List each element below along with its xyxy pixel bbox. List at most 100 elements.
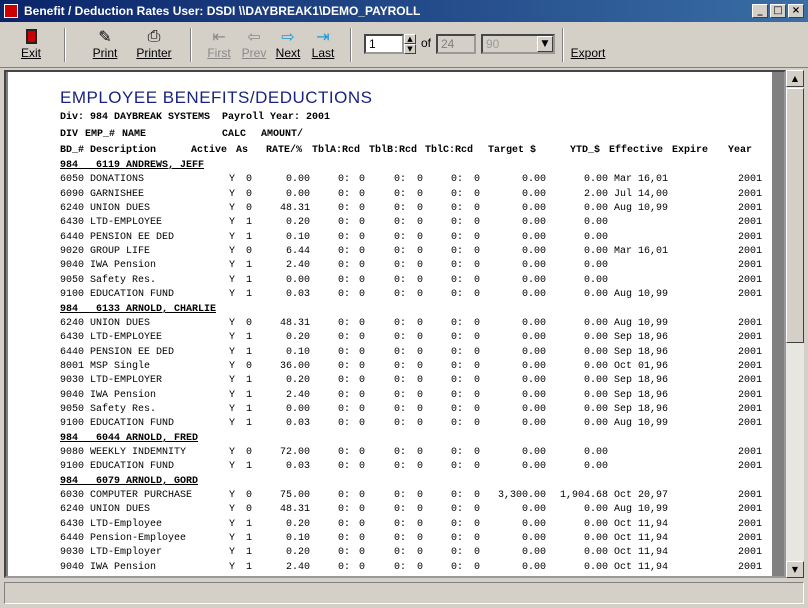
scroll-thumb[interactable] — [786, 88, 804, 343]
row-bd: 6440 — [60, 232, 85, 243]
minimize-button[interactable]: _ — [752, 4, 768, 18]
row-desc: Safety Res. — [90, 404, 157, 415]
spin-down-icon[interactable]: ▼ — [404, 44, 416, 54]
row-br: 0 — [417, 447, 424, 458]
row-desc: LTD-EMPLOYEE — [90, 332, 163, 343]
row-a: 0: — [338, 318, 351, 329]
window-title: Benefit / Deduction Rates User: DSDI \\D… — [24, 4, 421, 18]
row-year: 2001 — [737, 447, 762, 458]
spin-up-icon[interactable]: ▲ — [404, 34, 416, 44]
row-act: Y — [229, 318, 236, 329]
row-act: Y — [229, 289, 236, 300]
row-a: 0: — [338, 174, 351, 185]
chevron-down-icon[interactable]: ▼ — [537, 36, 553, 52]
row-target: 0.00 — [521, 246, 546, 257]
row-desc: EDUCATION FUND — [90, 289, 175, 300]
last-page-button[interactable]: ⇥ Last — [306, 26, 340, 61]
row-a: 0: — [338, 332, 351, 343]
row-a: 0: — [338, 547, 351, 558]
row-a: 0: — [338, 347, 351, 358]
exit-button[interactable]: Exit — [14, 26, 48, 60]
row-desc: IWA Pension — [90, 260, 157, 271]
row-desc: WEEKLY INDEMNITY — [90, 447, 187, 458]
row-ytd: 0.00 — [583, 562, 608, 573]
hdr-desc: Description — [90, 145, 157, 156]
zoom-select[interactable]: 90 ▼ — [481, 34, 555, 54]
row-as: 1 — [246, 562, 253, 573]
scroll-down-icon[interactable]: ▼ — [786, 561, 804, 578]
printer-button[interactable]: ⎙ Printer — [130, 26, 178, 60]
employee-group-header: 984 6079 ARNOLD, GORD — [60, 476, 199, 487]
prev-page-button[interactable]: ⇦ Prev — [238, 26, 270, 61]
row-a: 0: — [338, 189, 351, 200]
row-year: 2001 — [737, 547, 762, 558]
maximize-button[interactable]: □ — [770, 4, 786, 18]
row-as: 1 — [246, 390, 253, 401]
row-eff: Oct 20,97 — [614, 490, 669, 501]
row-bd: 9030 — [60, 375, 85, 386]
row-c: 0: — [451, 490, 464, 501]
close-button[interactable]: × — [788, 4, 804, 18]
row-desc: EDUCATION FUND — [90, 461, 175, 472]
row-year: 2001 — [737, 232, 762, 243]
hdr-active: Active — [191, 145, 228, 156]
row-as: 0 — [246, 203, 253, 214]
vertical-scrollbar[interactable]: ▲ ▼ — [786, 70, 804, 578]
row-eff: Sep 18,96 — [614, 375, 669, 386]
export-button[interactable]: Export — [568, 46, 608, 60]
row-ar: 0 — [359, 447, 366, 458]
row-rate: 0.00 — [285, 275, 310, 286]
of-label: of — [421, 36, 432, 50]
row-rate: 0.03 — [285, 461, 310, 472]
row-rate: 2.40 — [285, 562, 310, 573]
row-as: 1 — [246, 547, 253, 558]
page-number-input[interactable]: 1 — [364, 34, 404, 54]
row-ytd: 1,904.68 — [559, 490, 608, 501]
page-spinner[interactable]: ▲ ▼ — [404, 34, 416, 54]
row-b: 0: — [394, 375, 407, 386]
row-act: Y — [229, 246, 236, 257]
row-br: 0 — [417, 174, 424, 185]
title-bar: Benefit / Deduction Rates User: DSDI \\D… — [0, 0, 808, 22]
row-b: 0: — [394, 332, 407, 343]
row-bd: 6440 — [60, 347, 85, 358]
row-br: 0 — [417, 318, 424, 329]
row-desc: Pension-Employee — [90, 533, 187, 544]
row-ar: 0 — [359, 375, 366, 386]
row-desc: IWA Pension — [90, 562, 157, 573]
row-c: 0: — [451, 533, 464, 544]
row-target: 0.00 — [521, 375, 546, 386]
row-ytd: 2.00 — [583, 189, 608, 200]
row-c: 0: — [451, 519, 464, 530]
row-desc: DONATIONS — [90, 174, 145, 185]
row-desc: PENSION EE DED — [90, 232, 175, 243]
row-act: Y — [229, 504, 236, 515]
row-b: 0: — [394, 203, 407, 214]
first-page-button[interactable]: ⇤ First — [202, 26, 236, 61]
row-b: 0: — [394, 347, 407, 358]
toolbar: Exit ✎ Print ⎙ Printer ⇤ First ⇦ Prev ⇨ … — [0, 22, 808, 68]
row-as: 0 — [246, 504, 253, 515]
row-ar: 0 — [359, 361, 366, 372]
row-eff: Mar 16,01 — [614, 246, 669, 257]
row-c: 0: — [451, 217, 464, 228]
print-button[interactable]: ✎ Print — [86, 26, 124, 61]
row-year: 2001 — [737, 375, 762, 386]
row-rate: 0.20 — [285, 547, 310, 558]
row-rate: 0.03 — [285, 289, 310, 300]
row-as: 0 — [246, 361, 253, 372]
scroll-up-icon[interactable]: ▲ — [786, 70, 804, 87]
row-year: 2001 — [737, 562, 762, 573]
row-b: 0: — [394, 447, 407, 458]
next-page-button[interactable]: ⇨ Next — [272, 26, 304, 61]
row-b: 0: — [394, 547, 407, 558]
hdr-effective: Effective — [609, 145, 664, 156]
row-eff: Oct 11,94 — [614, 533, 669, 544]
row-ar: 0 — [359, 318, 366, 329]
row-bd: 6430 — [60, 519, 85, 530]
row-ar: 0 — [359, 260, 366, 271]
row-a: 0: — [338, 289, 351, 300]
row-target: 0.00 — [521, 547, 546, 558]
row-a: 0: — [338, 519, 351, 530]
hdr-tblc: TblC:Rcd — [425, 145, 474, 156]
